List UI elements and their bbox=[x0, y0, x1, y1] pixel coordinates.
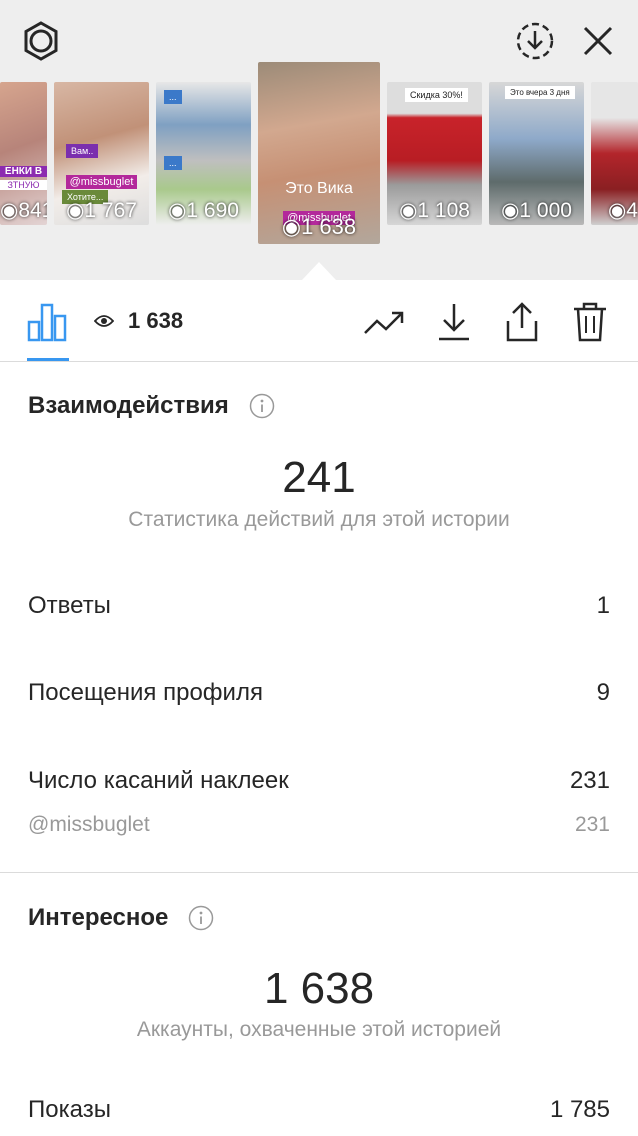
interactions-section-title: Взаимодействия bbox=[28, 392, 275, 420]
download-icon[interactable] bbox=[432, 300, 476, 344]
story-sticker: ... bbox=[164, 90, 182, 104]
stat-value: 231 bbox=[574, 813, 610, 836]
story-thumbnails: ЕНКИ В ЗТНУЮ ◉841 Вам.. @missbuglet Хоти… bbox=[0, 0, 638, 280]
story-sticker: ... bbox=[164, 156, 182, 170]
section-divider bbox=[0, 872, 638, 873]
story-thumbnail[interactable]: Вам.. @missbuglet Хотите... ◉1 767 bbox=[54, 82, 149, 225]
story-thumbnail[interactable]: Это вчера 3 дня ◉1 000 bbox=[489, 82, 584, 225]
story-views: ◉1 000 bbox=[501, 199, 572, 222]
stat-value: 1 bbox=[596, 592, 610, 619]
insights-toolbar: 1 638 bbox=[0, 280, 638, 362]
story-views: ◉841 bbox=[0, 199, 47, 222]
stat-row-replies: Ответы 1 bbox=[28, 592, 610, 620]
discovery-total: 1 638 bbox=[263, 964, 375, 1013]
stat-label: Ответы bbox=[28, 592, 111, 619]
stat-value: 9 bbox=[596, 679, 610, 706]
story-thumbnail[interactable]: Скидка 30%! ◉1 108 bbox=[387, 82, 482, 225]
info-icon[interactable] bbox=[188, 905, 214, 931]
share-icon[interactable] bbox=[500, 300, 544, 344]
stat-label: Число касаний наклеек bbox=[28, 767, 289, 794]
stat-label: @missbuglet bbox=[28, 813, 150, 836]
interactions-total: 241 bbox=[282, 453, 356, 502]
view-count-value: 1 638 bbox=[128, 308, 184, 333]
story-views: ◉1 638 bbox=[281, 214, 357, 239]
interactions-title: Взаимодействия bbox=[28, 392, 229, 419]
eye-icon bbox=[94, 315, 114, 327]
stat-row-profile-visits: Посещения профиля 9 bbox=[28, 679, 610, 707]
stat-value: 1 785 bbox=[549, 1096, 610, 1123]
active-tab-indicator bbox=[27, 358, 69, 361]
story-thumbnail[interactable]: ... ... ◉1 690 bbox=[156, 82, 251, 225]
info-icon[interactable] bbox=[249, 393, 275, 419]
selected-story-pointer bbox=[302, 262, 336, 280]
stat-row-sticker-mention[interactable]: @missbuglet 231 bbox=[28, 813, 610, 837]
story-sticker: Вам.. bbox=[66, 144, 99, 158]
story-caption-2: ЗТНУЮ bbox=[0, 180, 47, 190]
stat-row-sticker-taps: Число касаний наклеек 231 bbox=[28, 767, 610, 795]
trend-icon[interactable] bbox=[362, 300, 406, 344]
story-views: ◉1 108 bbox=[399, 199, 470, 222]
story-views: ◉4 bbox=[607, 199, 638, 222]
discovery-title: Интересное bbox=[28, 904, 169, 931]
stat-value: 231 bbox=[569, 767, 610, 794]
story-views: ◉1 690 bbox=[168, 199, 239, 222]
discovery-subtitle: Аккаунты, охваченные этой историей bbox=[136, 1018, 502, 1041]
view-count: 1 638 bbox=[94, 308, 183, 334]
story-caption: ЕНКИ В bbox=[0, 166, 47, 177]
story-sticker: Скидка 30%! bbox=[405, 88, 468, 102]
story-thumbnail[interactable]: ◉4 bbox=[591, 82, 638, 225]
stat-label: Посещения профиля bbox=[28, 679, 263, 706]
stat-label: Показы bbox=[28, 1096, 111, 1123]
story-views: ◉1 767 bbox=[66, 199, 137, 222]
story-thumbnail-selected[interactable]: Это Вика @missbuglet ◉1 638 bbox=[258, 62, 380, 244]
interactions-subtitle: Статистика действий для этой истории bbox=[128, 508, 510, 531]
discovery-section-title: Интересное bbox=[28, 904, 214, 932]
story-caption: Это Вика bbox=[285, 180, 353, 197]
story-sticker: Это вчера 3 дня bbox=[505, 86, 575, 99]
bar-chart-icon[interactable] bbox=[25, 300, 69, 344]
story-strip: ЕНКИ В ЗТНУЮ ◉841 Вам.. @missbuglet Хоти… bbox=[0, 0, 638, 280]
story-caption: @missbuglet bbox=[54, 174, 149, 189]
story-thumbnail[interactable]: ЕНКИ В ЗТНУЮ ◉841 bbox=[0, 82, 47, 225]
stat-row-impressions: Показы 1 785 bbox=[28, 1096, 610, 1124]
trash-icon[interactable] bbox=[568, 300, 612, 344]
